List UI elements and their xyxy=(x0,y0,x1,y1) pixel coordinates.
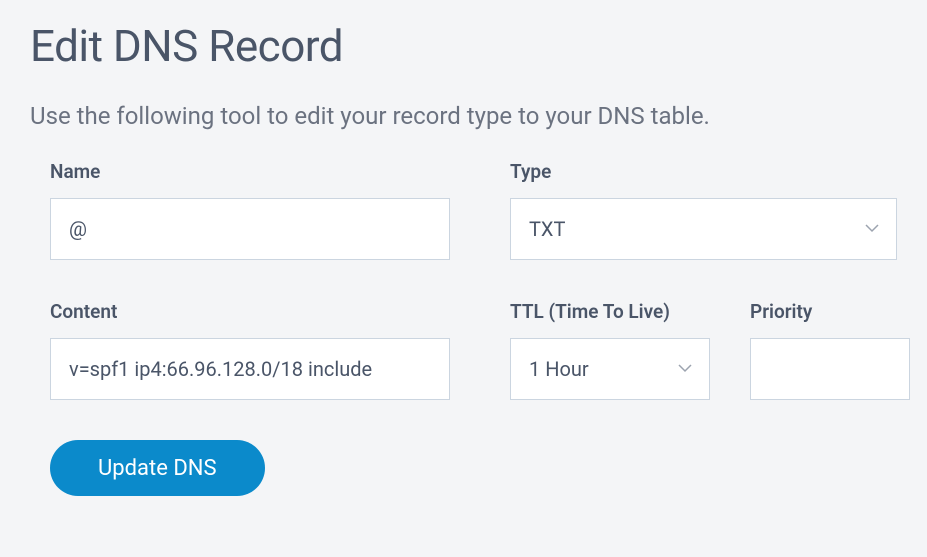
page-description: Use the following tool to edit your reco… xyxy=(30,102,897,130)
name-input[interactable] xyxy=(50,198,450,260)
type-select[interactable]: TXT xyxy=(510,198,897,260)
update-dns-button[interactable]: Update DNS xyxy=(50,440,265,496)
ttl-field-group: TTL (Time To Live) 1 Hour xyxy=(510,300,710,400)
ttl-label: TTL (Time To Live) xyxy=(510,300,690,323)
name-label: Name xyxy=(50,160,450,183)
page-title: Edit DNS Record xyxy=(30,20,897,72)
content-label: Content xyxy=(50,300,450,323)
content-field-group: Content xyxy=(50,300,450,400)
ttl-select[interactable]: 1 Hour xyxy=(510,338,710,400)
type-field-group: Type TXT xyxy=(510,160,897,260)
priority-label: Priority xyxy=(750,300,927,323)
content-input[interactable] xyxy=(50,338,450,400)
type-label: Type xyxy=(510,160,897,183)
priority-input[interactable] xyxy=(750,338,910,400)
priority-field-group: Priority xyxy=(750,300,927,400)
name-field-group: Name xyxy=(50,160,450,260)
